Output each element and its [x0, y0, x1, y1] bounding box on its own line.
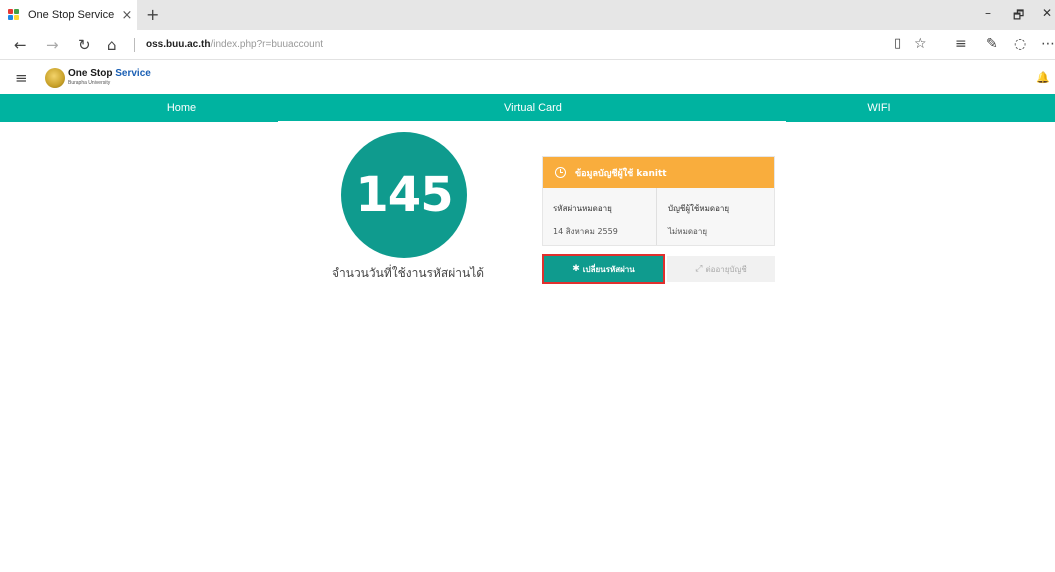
password-expiry-value: 14 สิงหาคม 2559 — [553, 227, 618, 236]
hamburger-menu-icon[interactable]: ≡ — [15, 69, 28, 87]
forward-arrow-icon[interactable]: → — [46, 36, 59, 54]
refresh-icon[interactable]: ↻ — [78, 36, 91, 54]
main-navigation: Home Virtual Card WIFI — [0, 94, 1055, 122]
more-icon[interactable]: ⋯ — [1041, 36, 1055, 52]
home-icon[interactable]: ⌂ — [107, 36, 117, 54]
change-password-button[interactable]: ✱ เปลี่ยนรหัสผ่าน — [542, 254, 665, 284]
new-tab-icon[interactable]: + — [146, 5, 159, 24]
logo-title-accent: Service — [112, 68, 151, 79]
back-arrow-icon[interactable]: ← — [14, 36, 27, 54]
close-window-icon[interactable]: ✕ — [1042, 6, 1052, 20]
active-nav-indicator — [278, 121, 786, 124]
password-expiry-column: รหัสผ่านหมดอายุ 14 สิงหาคม 2559 — [543, 188, 657, 245]
nav-home[interactable]: Home — [0, 94, 363, 122]
account-panel-body: รหัสผ่านหมดอายุ 14 สิงหาคม 2559 บัญชีผู้… — [543, 188, 774, 245]
change-password-label: เปลี่ยนรหัสผ่าน — [582, 264, 635, 274]
password-expiry-label: รหัสผ่านหมดอายุ — [553, 204, 612, 213]
asterisk-icon: ✱ — [572, 264, 580, 274]
tab-close-icon[interactable]: × — [117, 8, 137, 23]
account-expiry-label: บัญชีผู้ใช้หมดอายุ — [668, 204, 730, 213]
address-bar[interactable]: oss.buu.ac.th/index.php?r=buuaccount — [146, 39, 323, 50]
logo-title-main: One Stop — [68, 68, 113, 79]
favorite-star-icon[interactable]: ☆ — [914, 36, 927, 52]
tab-title: One Stop Service — [28, 9, 115, 21]
web-note-icon[interactable]: ✎ — [986, 36, 998, 52]
minimize-icon[interactable]: – — [985, 6, 991, 20]
address-divider — [134, 38, 135, 52]
hub-icon[interactable]: ≡ — [955, 36, 967, 52]
days-remaining-circle: 145 — [341, 132, 467, 258]
address-domain: oss.buu.ac.th — [146, 39, 211, 50]
nav-wifi[interactable]: WIFI — [703, 94, 1055, 122]
expand-arrow-icon: ⤢ — [695, 264, 703, 274]
site-favicon-icon — [8, 9, 20, 21]
share-icon[interactable]: ◌ — [1014, 36, 1026, 52]
app-logo-title[interactable]: One Stop Service — [68, 68, 151, 79]
browser-toolbar: ← → ↻ ⌂ oss.buu.ac.th/index.php?r=buuacc… — [0, 30, 1055, 60]
reading-view-icon[interactable]: ▯ — [894, 36, 901, 51]
clock-icon — [555, 167, 566, 178]
extend-account-label: ต่ออายุบัญชี — [705, 264, 747, 274]
address-path: /index.php?r=buuaccount — [210, 39, 324, 50]
nav-virtual-card[interactable]: Virtual Card — [363, 94, 703, 122]
browser-tab-strip: One Stop Service × + – 🗗 ✕ — [0, 0, 1055, 30]
account-panel-title: ข้อมูลบัญชีผู้ใช้ kanitt — [575, 168, 667, 179]
extend-account-button[interactable]: ⤢ ต่ออายุบัญชี — [667, 256, 775, 282]
account-panel-header: ข้อมูลบัญชีผู้ใช้ kanitt — [543, 157, 774, 188]
account-expiry-column: บัญชีผู้ใช้หมดอายุ ไม่หมดอายุ — [658, 188, 774, 245]
restore-icon[interactable]: 🗗 — [1013, 6, 1024, 27]
logo-subtitle: Burapha University — [68, 80, 111, 86]
days-remaining-label: จำนวนวันที่ใช้งานรหัสผ่านได้ — [331, 266, 485, 280]
university-seal-icon — [45, 68, 65, 88]
account-expiry-value: ไม่หมดอายุ — [668, 227, 708, 236]
account-info-panel: ข้อมูลบัญชีผู้ใช้ kanitt รหัสผ่านหมดอายุ… — [542, 156, 775, 246]
browser-tab[interactable]: One Stop Service × — [0, 0, 137, 30]
app-header: ≡ One Stop Service Burapha University 🔔 — [0, 61, 1055, 94]
notification-bell-icon[interactable]: 🔔 — [1036, 71, 1050, 84]
